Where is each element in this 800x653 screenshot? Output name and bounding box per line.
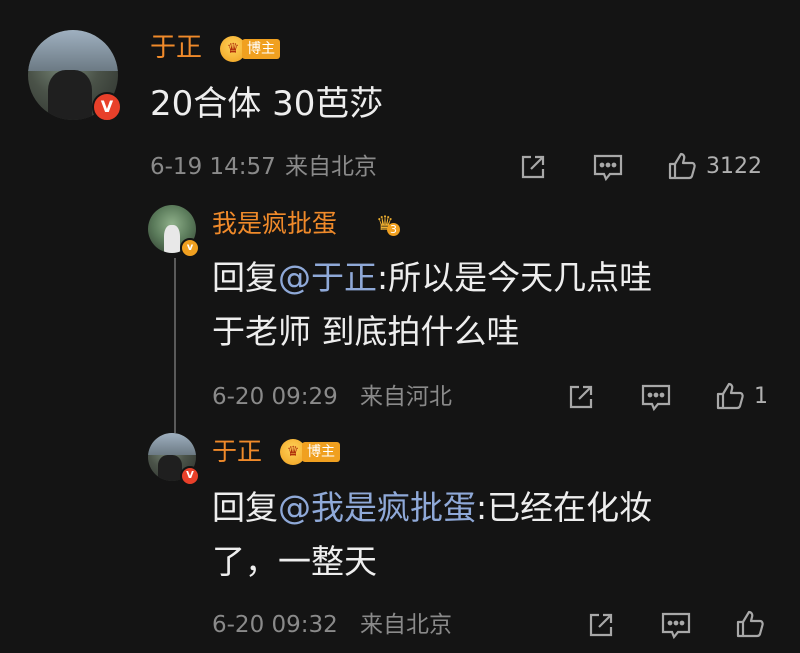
thumbs-up-icon xyxy=(668,152,696,180)
reply-content: :已经在化妆 xyxy=(476,488,653,527)
avatar-background xyxy=(28,30,118,71)
comment-icon xyxy=(641,384,671,412)
blogger-badge: ♛ 博主 xyxy=(220,36,280,62)
reply-prefix: 回复 xyxy=(212,488,278,527)
verified-v-badge-icon: V xyxy=(180,466,200,486)
thumbs-up-icon xyxy=(716,382,744,410)
reply-text-line-1: 回复@于正:所以是今天几点哇 xyxy=(212,256,652,300)
comment-text: 20合体 30芭莎 xyxy=(150,84,384,124)
like-button[interactable]: 1 xyxy=(714,380,768,412)
comment-timestamp: 6-19 14:57 xyxy=(150,154,276,180)
reply-content: :所以是今天几点哇 xyxy=(377,258,653,297)
mention-link[interactable]: @于正 xyxy=(278,258,377,297)
comment-button[interactable] xyxy=(592,152,624,182)
comment-location: 来自河北 xyxy=(360,384,452,410)
reply-prefix: 回复 xyxy=(212,258,278,297)
share-button[interactable] xyxy=(586,610,616,640)
commenter-name[interactable]: 于正 xyxy=(150,32,202,64)
share-button[interactable] xyxy=(518,152,548,182)
mention-link[interactable]: @我是疯批蛋 xyxy=(278,488,476,527)
avatar-figure xyxy=(48,70,92,120)
blogger-badge-label: 博主 xyxy=(242,39,280,59)
comment-location: 来自北京 xyxy=(360,612,452,638)
reply-text-line-2: 于老师 到底拍什么哇 xyxy=(212,312,520,351)
comment-icon xyxy=(661,612,691,640)
reply-text-line-1: 回复@我是疯批蛋:已经在化妆 xyxy=(212,486,652,530)
comment-button[interactable] xyxy=(640,382,672,412)
reply-text-line-2: 了，一整天 xyxy=(212,542,377,581)
avatar-figure xyxy=(164,225,180,253)
blogger-badge: ♛ 博主 xyxy=(280,439,340,465)
blogger-badge-label: 博主 xyxy=(302,442,340,462)
member-level-badge: ♛ 3 xyxy=(370,210,400,236)
thread-line xyxy=(174,258,176,433)
share-button[interactable] xyxy=(566,382,596,412)
avatar-background xyxy=(148,433,196,455)
commenter-name[interactable]: 我是疯批蛋 xyxy=(212,208,337,240)
comment-timestamp: 6-20 09:32 xyxy=(212,612,338,638)
comment-location: 来自北京 xyxy=(285,154,377,180)
thumbs-up-icon xyxy=(736,610,764,638)
comment-icon xyxy=(593,154,623,182)
like-button[interactable]: 3122 xyxy=(666,150,762,182)
like-count: 3122 xyxy=(706,153,762,179)
comment-timestamp: 6-20 09:29 xyxy=(212,384,338,410)
verified-v-badge-icon: v xyxy=(180,238,200,258)
verified-v-badge-icon: V xyxy=(92,92,122,122)
share-icon xyxy=(569,385,593,409)
share-icon xyxy=(521,155,545,179)
like-count: 1 xyxy=(754,383,768,409)
commenter-name[interactable]: 于正 xyxy=(212,436,262,468)
like-button[interactable] xyxy=(734,608,766,640)
share-icon xyxy=(589,613,613,637)
comment-button[interactable] xyxy=(660,610,692,640)
member-level-number: 3 xyxy=(387,223,400,236)
avatar-figure xyxy=(158,455,182,481)
